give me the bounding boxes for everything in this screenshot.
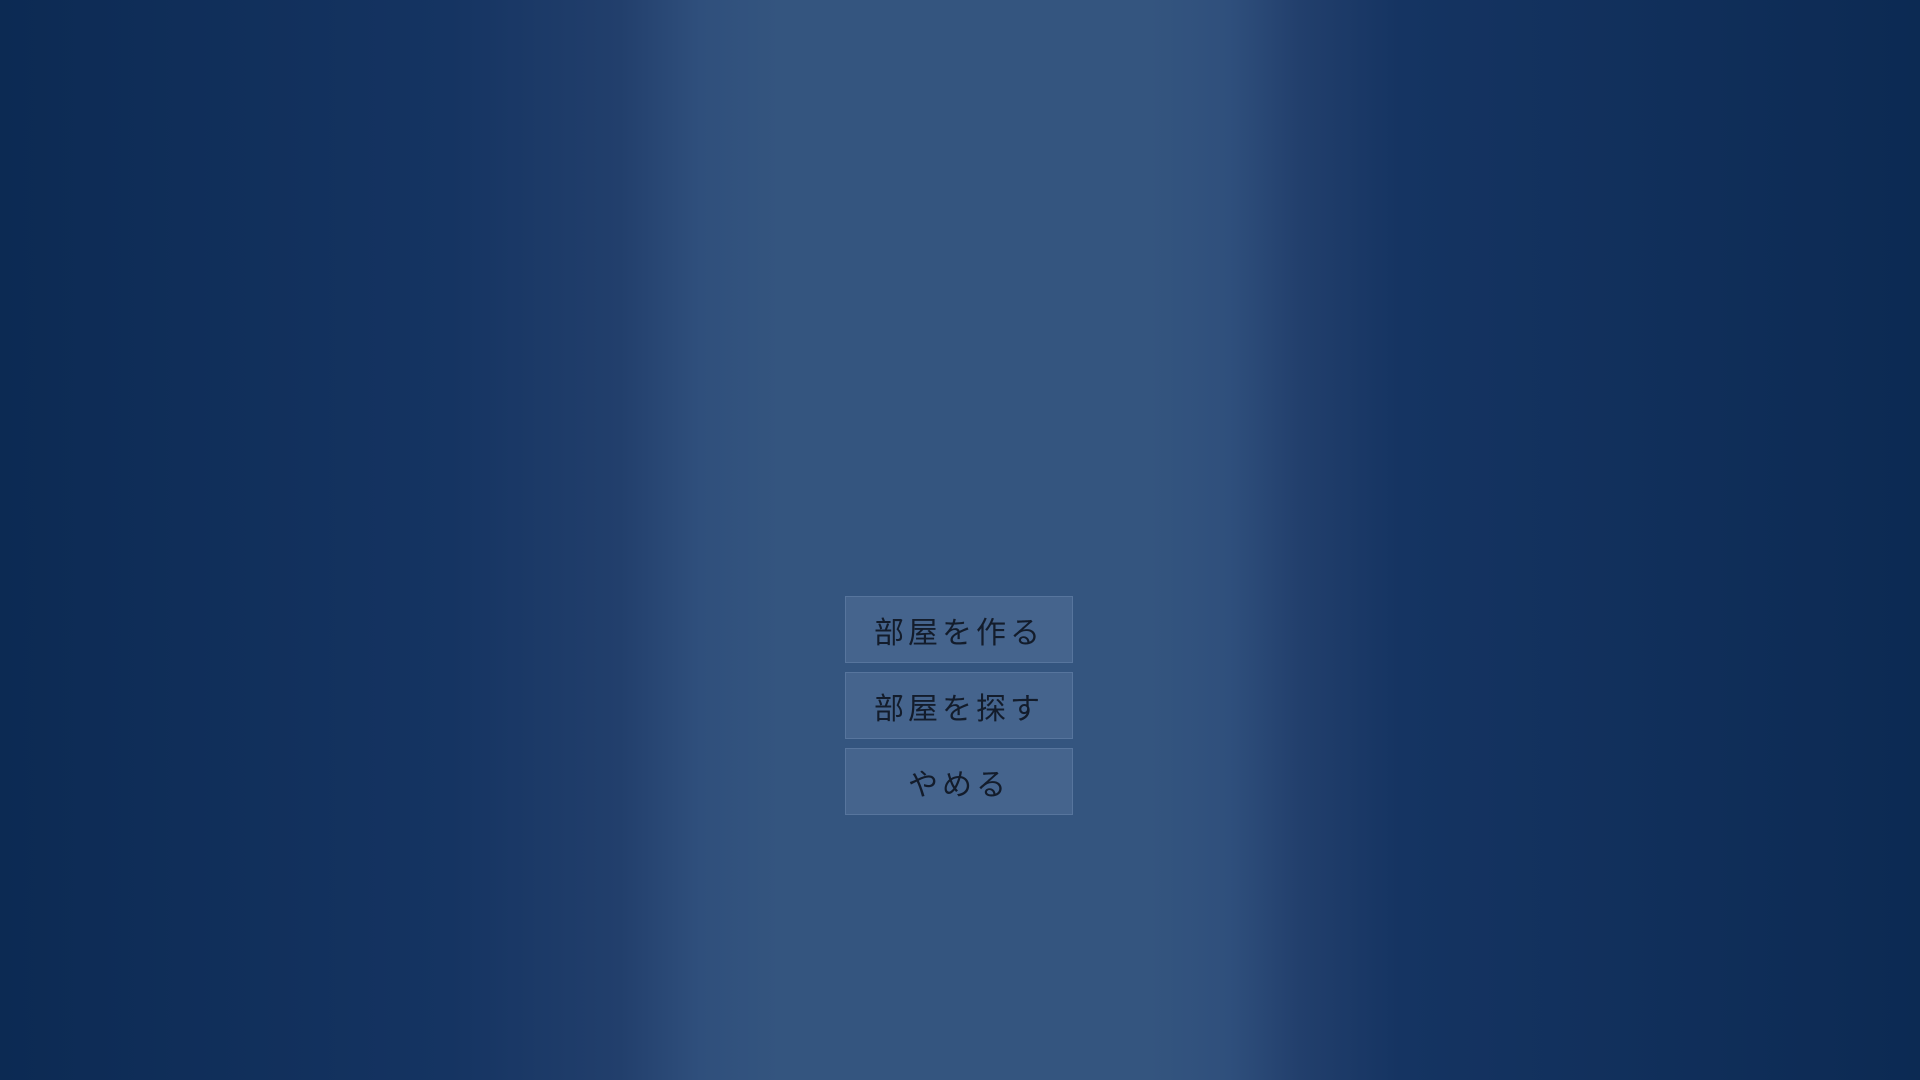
quit-label: やめる (908, 767, 1010, 803)
background-gradient (0, 0, 1920, 1080)
search-room-button[interactable]: 部屋を探す (845, 672, 1073, 739)
search-room-label: 部屋を探す (874, 691, 1044, 727)
main-menu: 部屋を作る 部屋を探す やめる (845, 596, 1073, 815)
create-room-button[interactable]: 部屋を作る (845, 596, 1073, 663)
create-room-label: 部屋を作る (874, 615, 1044, 651)
quit-button[interactable]: やめる (845, 748, 1073, 815)
